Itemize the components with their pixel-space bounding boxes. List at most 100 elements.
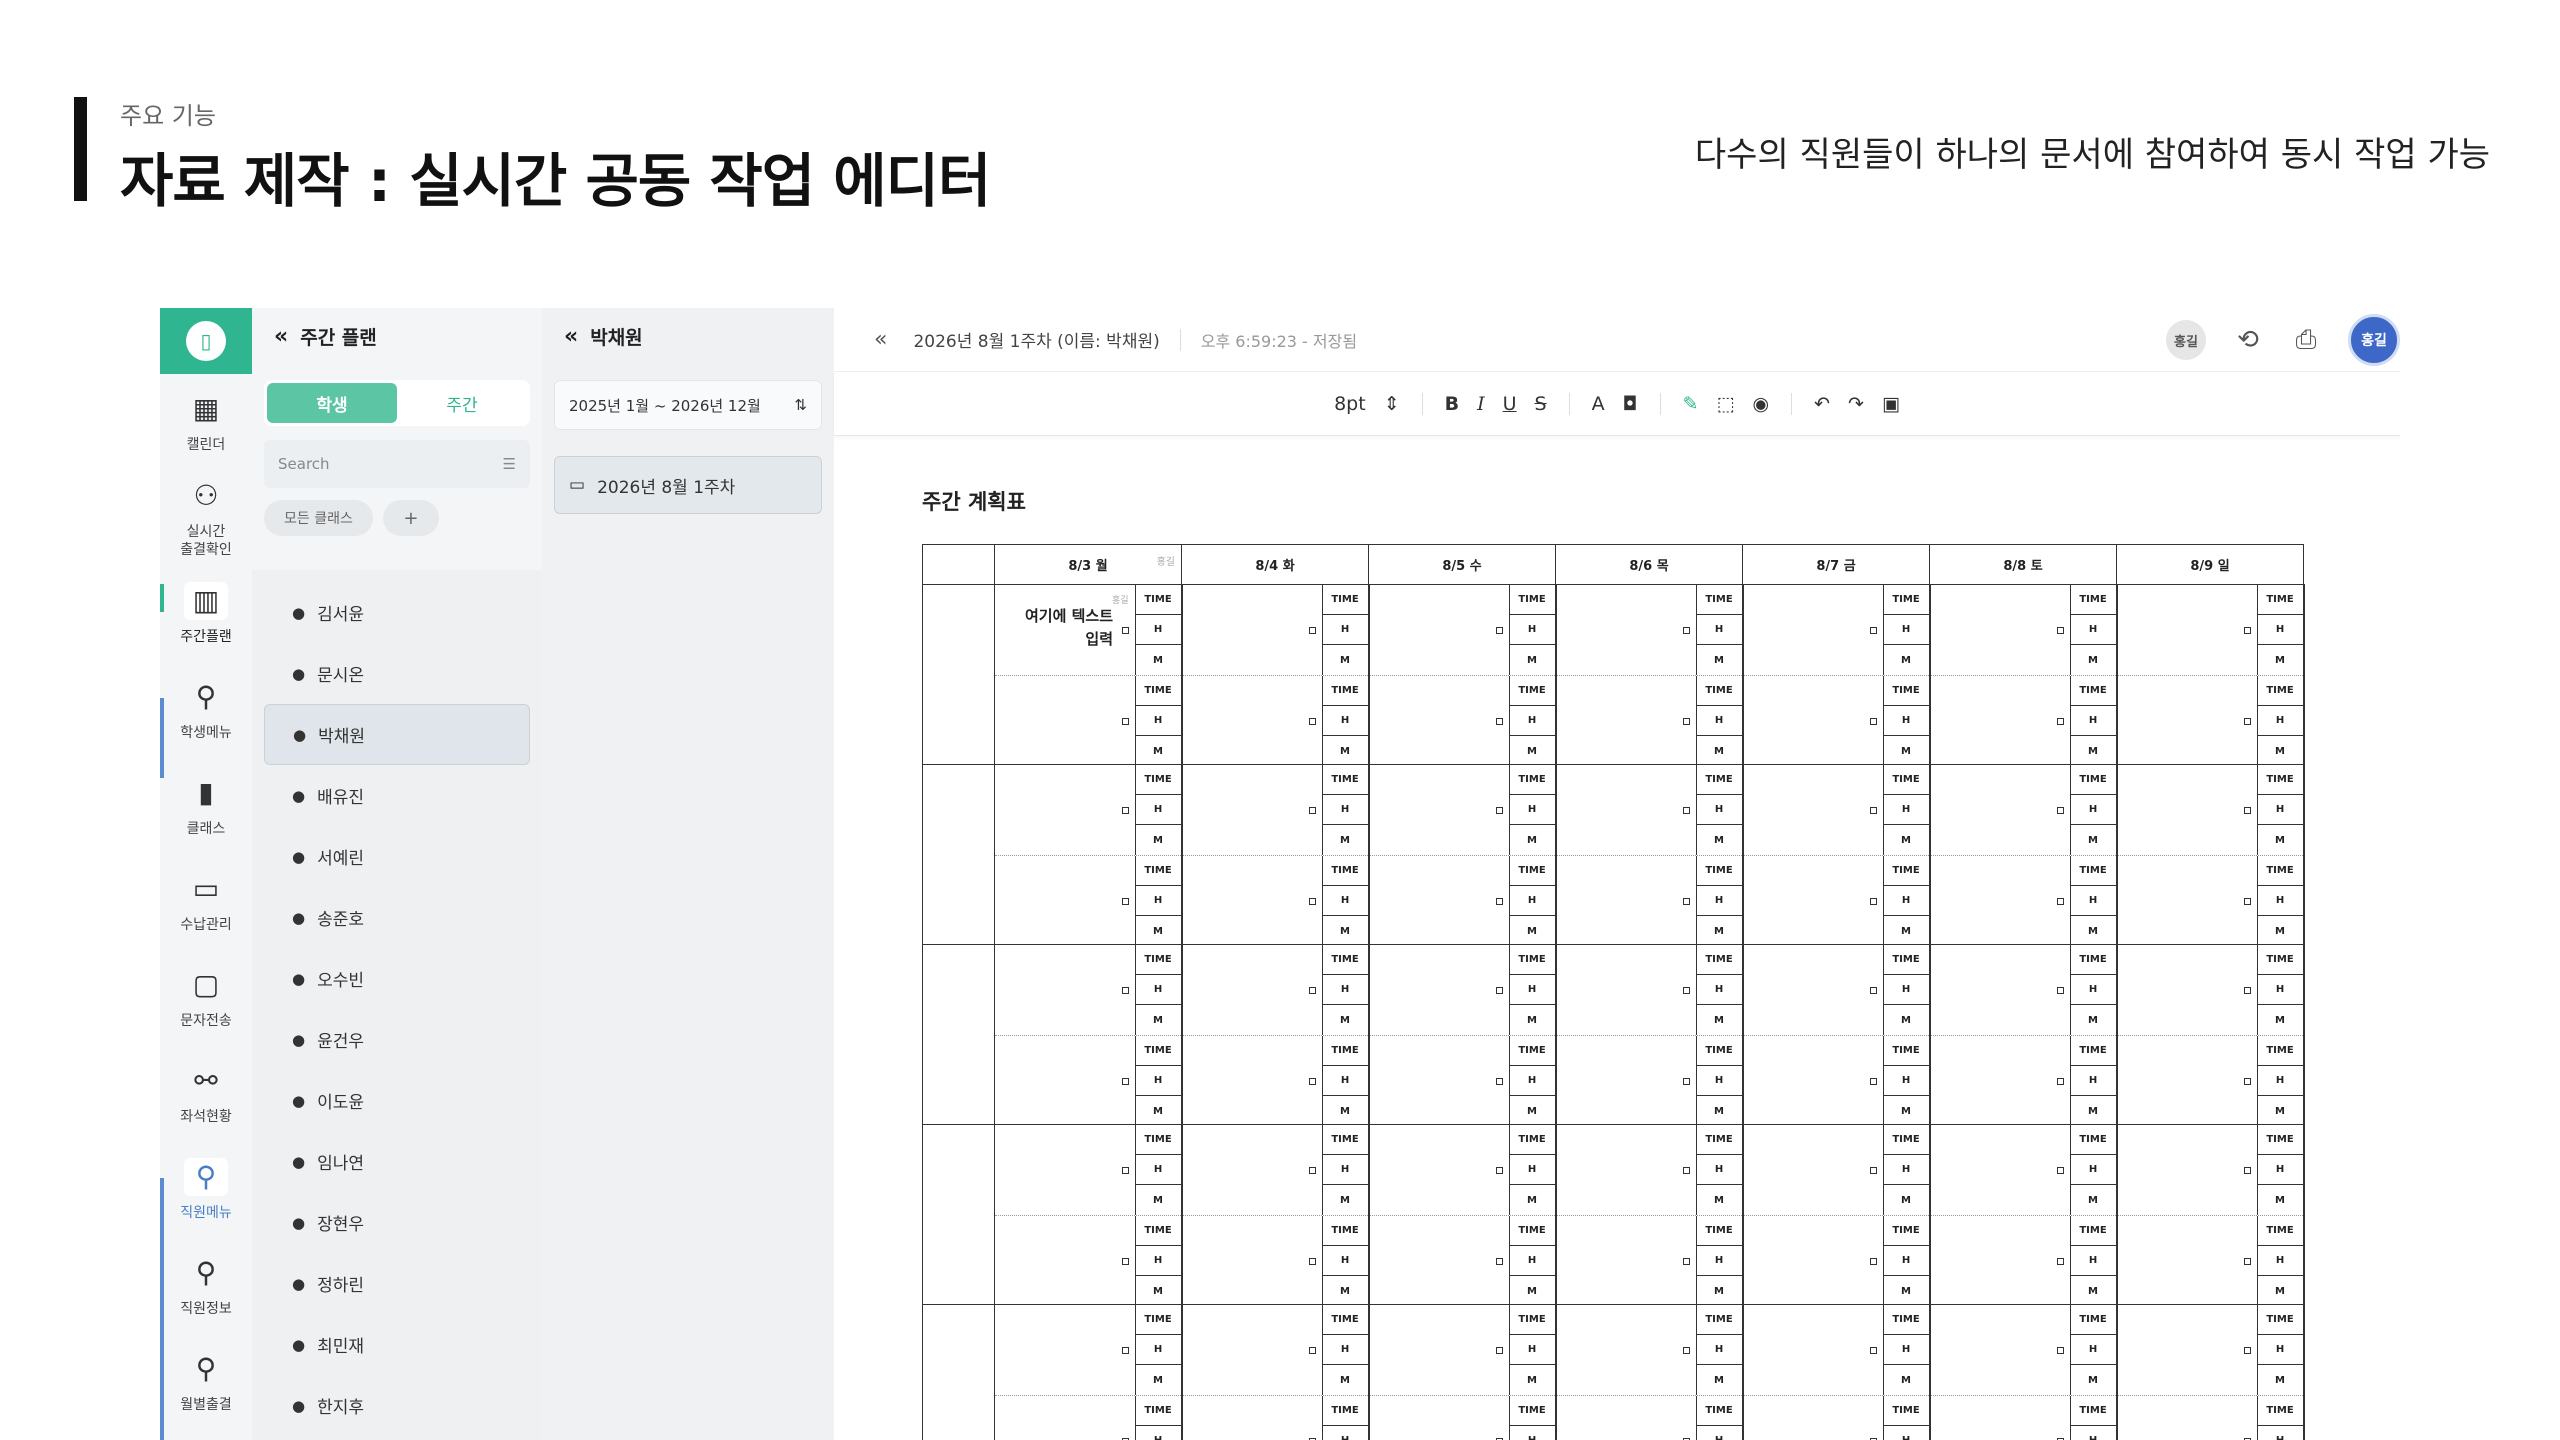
rail-item-payment[interactable]: ▭ 수납관리 xyxy=(160,854,252,950)
checkbox[interactable] xyxy=(2243,1258,2251,1265)
checkbox[interactable] xyxy=(1869,1347,1877,1354)
time-cell-label[interactable]: TIME xyxy=(1322,1036,1368,1066)
task-slot[interactable]: TIMEHM xyxy=(1370,765,1555,855)
time-cell-label[interactable]: H xyxy=(1136,1426,1181,1440)
user-avatar[interactable]: 홍길 xyxy=(2348,314,2400,366)
task-slot[interactable]: TIMEHM xyxy=(1370,1125,1555,1215)
date-range-selector[interactable]: 2025년 1월 ~ 2026년 12월 ⇅ xyxy=(554,380,822,430)
eye-icon[interactable]: ◉ xyxy=(1753,393,1770,415)
task-slot[interactable]: TIMEHM xyxy=(1744,945,1929,1035)
checkbox[interactable] xyxy=(1308,1258,1316,1265)
time-cell-label[interactable]: M xyxy=(1136,736,1181,766)
student-list-item[interactable]: ● 송준호 xyxy=(264,887,530,948)
time-cell-label[interactable]: M xyxy=(1510,916,1555,946)
task-slot[interactable]: TIMEHM xyxy=(1182,1215,1368,1306)
student-list-item[interactable]: ● 오수빈 xyxy=(264,948,530,1009)
time-cell-label[interactable]: H xyxy=(1135,706,1181,736)
collapse-icon[interactable]: « xyxy=(564,324,578,349)
time-cell-label[interactable]: M xyxy=(1323,825,1368,855)
task-slot[interactable]: TIMEHM xyxy=(1930,855,2116,946)
time-cell-label[interactable]: H xyxy=(1135,1155,1181,1185)
rail-item-message[interactable]: ▢ 문자전송 xyxy=(160,950,252,1046)
task-slot[interactable]: TIMEHM xyxy=(2118,1305,2303,1395)
day-cell[interactable]: TIMEHMTIMEHM xyxy=(1929,1304,2118,1440)
time-cell-label[interactable]: TIME xyxy=(1696,1396,1742,1426)
time-cell-label[interactable]: H xyxy=(1135,1335,1181,1365)
checkbox[interactable] xyxy=(1121,987,1129,994)
select-area-icon[interactable]: ⬚ xyxy=(1717,393,1735,415)
day-cell[interactable]: TIMEHMTIMEHM xyxy=(1555,584,1744,766)
time-cell-label[interactable]: M xyxy=(1510,825,1555,855)
time-cell-label[interactable]: M xyxy=(1510,645,1555,675)
task-slot[interactable]: TIMEHM xyxy=(1183,1125,1368,1215)
student-list-item[interactable]: ● 서예린 xyxy=(264,826,530,887)
task-slot[interactable]: TIMEHM xyxy=(1369,1215,1555,1306)
time-cell-label[interactable]: H xyxy=(1322,615,1368,645)
time-cell-label[interactable]: H xyxy=(1696,886,1742,916)
time-cell-label[interactable]: TIME xyxy=(1696,1125,1742,1155)
student-list-item[interactable]: ● 최민재 xyxy=(264,1314,530,1375)
time-cell-label[interactable]: H xyxy=(1697,1426,1742,1440)
time-cell-label[interactable]: H xyxy=(1696,1066,1742,1096)
time-cell-label[interactable]: M xyxy=(1323,1005,1368,1035)
time-cell-label[interactable]: H xyxy=(1135,795,1181,825)
time-cell-label[interactable]: M xyxy=(1136,1005,1181,1035)
time-cell-label[interactable]: H xyxy=(1509,1066,1555,1096)
checkbox[interactable] xyxy=(2056,1258,2064,1265)
time-cell-label[interactable]: TIME xyxy=(1322,676,1368,706)
rail-item-seat[interactable]: ⚯ 좌석현황 xyxy=(160,1046,252,1142)
student-list-item[interactable]: ● 정하린 xyxy=(264,1253,530,1314)
time-cell-label[interactable]: TIME xyxy=(1135,1216,1181,1246)
checkbox[interactable] xyxy=(1121,1167,1129,1174)
strikethrough-icon[interactable]: S xyxy=(1535,393,1547,415)
time-cell-label[interactable]: H xyxy=(2070,1246,2116,1276)
checkbox[interactable] xyxy=(1869,987,1877,994)
highlight-icon[interactable]: ◘ xyxy=(1623,393,1638,415)
task-slot[interactable]: TIMEHM xyxy=(1931,765,2116,855)
task-slot[interactable]: TIMEHM xyxy=(1556,1395,1742,1440)
time-cell-label[interactable]: TIME xyxy=(1509,1396,1555,1426)
day-cell[interactable]: TIMEHMTIMEHM xyxy=(1929,584,2118,766)
day-cell[interactable]: TIMEHMTIMEHM xyxy=(1555,944,1744,1126)
task-slot[interactable]: TIMEHM xyxy=(2117,1215,2303,1306)
time-cell-label[interactable]: TIME xyxy=(1135,585,1181,615)
row-label-cell[interactable] xyxy=(922,764,995,945)
day-cell[interactable]: TIMEHMTIMEHM xyxy=(1929,1124,2118,1306)
day-cell[interactable]: TIMEHMTIMEHM xyxy=(1368,944,1557,1126)
checkbox[interactable] xyxy=(2056,987,2064,994)
time-cell-label[interactable]: TIME xyxy=(2070,945,2116,975)
checkbox[interactable] xyxy=(1121,1347,1129,1354)
time-cell-label[interactable]: H xyxy=(2257,1335,2303,1365)
task-slot[interactable]: TIMEHM xyxy=(1930,1035,2116,1126)
task-slot[interactable]: TIMEHM xyxy=(1370,945,1555,1035)
task-slot[interactable]: TIMEHM xyxy=(995,855,1181,946)
time-cell-label[interactable]: TIME xyxy=(1883,945,1929,975)
time-cell-label[interactable]: H xyxy=(2257,615,2303,645)
day-cell[interactable]: TIMEHMTIMEHM xyxy=(994,1304,1183,1440)
time-cell-label[interactable]: H xyxy=(2257,975,2303,1005)
time-cell-label[interactable]: M xyxy=(1510,1005,1555,1035)
time-cell-label[interactable]: M xyxy=(2258,1185,2303,1215)
day-cell[interactable]: TIMEHMTIMEHM xyxy=(2116,764,2305,946)
checkbox[interactable] xyxy=(1495,1167,1503,1174)
time-cell-label[interactable]: M xyxy=(1323,645,1368,675)
checkbox[interactable] xyxy=(1121,1258,1129,1265)
time-cell-label[interactable]: TIME xyxy=(1883,1396,1929,1426)
checkbox[interactable] xyxy=(1308,718,1316,725)
save-icon[interactable]: ▣ xyxy=(1882,393,1900,415)
time-cell-label[interactable]: H xyxy=(1322,1335,1368,1365)
task-slot[interactable]: TIMEHM xyxy=(995,675,1181,766)
student-list-item[interactable]: ● 장현우 xyxy=(264,1192,530,1253)
student-list-item[interactable]: ● 이도윤 xyxy=(264,1070,530,1131)
checkbox[interactable] xyxy=(2243,718,2251,725)
time-cell-label[interactable]: M xyxy=(1884,916,1929,946)
checkbox[interactable] xyxy=(1308,1078,1316,1085)
time-cell-label[interactable]: TIME xyxy=(1696,1305,1742,1335)
checkbox[interactable] xyxy=(1121,718,1129,725)
time-cell-label[interactable]: TIME xyxy=(1135,676,1181,706)
time-cell-label[interactable]: H xyxy=(1322,886,1368,916)
task-slot[interactable]: TIMEHM xyxy=(1557,765,1742,855)
day-cell[interactable]: TIMEHMTIMEHM xyxy=(1555,1124,1744,1306)
sort-icon[interactable]: ☰ xyxy=(503,455,516,473)
time-cell-label[interactable]: TIME xyxy=(2070,1396,2116,1426)
